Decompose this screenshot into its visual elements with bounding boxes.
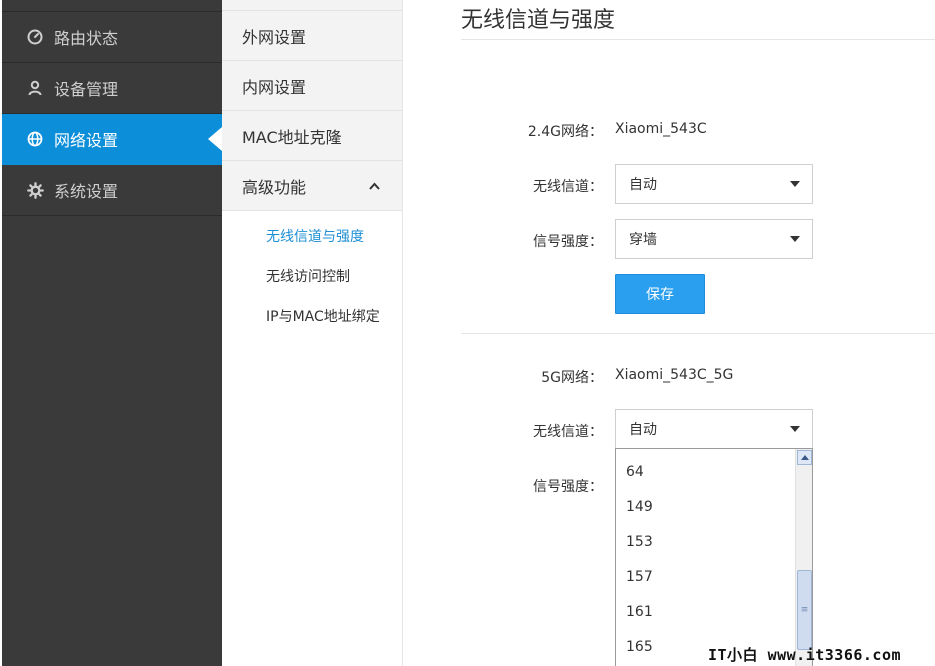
channel-5g-dropdown-list[interactable]: 64 149 153 157 161 165 ≡ (615, 448, 813, 666)
caret-down-icon (790, 426, 800, 432)
router-admin-page: 路由状态 设备管理 网络设置 系统设置 外网设置 内网设置 MAC地址克隆 高级… (0, 0, 935, 666)
section-divider (461, 333, 935, 334)
page-title: 无线信道与强度 (461, 8, 616, 33)
network-24g-label: 2.4G网络： (527, 124, 603, 140)
dropdown-scrollbar[interactable]: ≡ (795, 449, 812, 666)
submenu-link-access-control[interactable]: 无线访问控制 (222, 256, 402, 296)
submenu-item-label: MAC地址克隆 (242, 127, 342, 147)
channel-24g-value: 自动 (629, 177, 657, 193)
main-content: 无线信道与强度 2.4G网络： Xiaomi_543C 无线信道： 自动 信号强… (403, 0, 935, 666)
submenu-link-label: IP与MAC地址绑定 (266, 309, 380, 325)
scroll-thumb[interactable]: ≡ (797, 570, 812, 650)
scroll-up-arrow-icon[interactable] (797, 450, 812, 465)
title-divider (461, 39, 935, 40)
sidebar-item-label: 网络设置 (54, 131, 119, 150)
submenu-link-wireless-channel[interactable]: 无线信道与强度 (222, 216, 402, 256)
submenu-item-mac-clone[interactable]: MAC地址克隆 (222, 111, 402, 161)
channel-5g-value: 自动 (629, 422, 657, 438)
caret-down-icon (790, 181, 800, 187)
submenu-link-ip-mac-binding[interactable]: IP与MAC地址绑定 (222, 296, 402, 336)
gauge-icon (26, 28, 44, 46)
save-button-label: 保存 (646, 287, 674, 303)
submenu-item-label: 外网设置 (242, 27, 307, 47)
submenu-item-label: 内网设置 (242, 77, 307, 97)
network-submenu: 外网设置 内网设置 MAC地址克隆 高级功能 无线信道与强度 无线访问控制 IP… (222, 0, 403, 666)
network-5g-name: Xiaomi_543C_5G (615, 367, 734, 383)
strength-5g-label: 信号强度： (533, 479, 603, 495)
watermark-text: IT小白 www.it3366.com (708, 646, 902, 664)
sidebar-item-label: 路由状态 (54, 29, 119, 48)
main-sidebar: 路由状态 设备管理 网络设置 系统设置 (2, 0, 222, 666)
strength-24g-select[interactable]: 穿墙 (615, 219, 813, 259)
sidebar-top-edge (2, 0, 222, 12)
sidebar-item-label: 设备管理 (54, 80, 119, 99)
dropdown-option[interactable]: 153 (616, 525, 812, 560)
sidebar-item-device-management[interactable]: 设备管理 (2, 63, 222, 114)
channel-24g-select[interactable]: 自动 (615, 164, 813, 204)
submenu-item-advanced[interactable]: 高级功能 (222, 161, 402, 211)
caret-down-icon (790, 236, 800, 242)
dropdown-option[interactable]: 64 (616, 455, 812, 490)
sidebar-item-network-settings[interactable]: 网络设置 (2, 114, 222, 165)
dropdown-option[interactable]: 161 (616, 595, 812, 630)
submenu-link-label: 无线访问控制 (266, 269, 350, 285)
sidebar-item-router-status[interactable]: 路由状态 (2, 12, 222, 63)
submenu-top-edge (222, 0, 402, 11)
channel-24g-label: 无线信道： (533, 179, 603, 195)
network-24g-name: Xiaomi_543C (615, 121, 707, 137)
channel-5g-label: 无线信道： (533, 424, 603, 440)
globe-icon (26, 130, 44, 148)
channel-5g-select[interactable]: 自动 (615, 409, 813, 449)
submenu-item-wan[interactable]: 外网设置 (222, 11, 402, 61)
submenu-item-label: 高级功能 (242, 177, 307, 197)
chevron-up-icon (369, 179, 380, 193)
save-button[interactable]: 保存 (615, 274, 705, 314)
sidebar-item-system-settings[interactable]: 系统设置 (2, 165, 222, 216)
submenu-link-label: 无线信道与强度 (266, 229, 364, 245)
sidebar-item-label: 系统设置 (54, 182, 119, 201)
submenu-item-lan[interactable]: 内网设置 (222, 61, 402, 111)
dropdown-option[interactable]: 157 (616, 560, 812, 595)
strength-24g-value: 穿墙 (629, 232, 657, 248)
strength-24g-label: 信号强度： (533, 234, 603, 250)
user-icon (26, 79, 44, 97)
network-5g-label: 5G网络： (541, 370, 603, 386)
dropdown-option[interactable]: 149 (616, 490, 812, 525)
gear-icon (26, 181, 44, 199)
